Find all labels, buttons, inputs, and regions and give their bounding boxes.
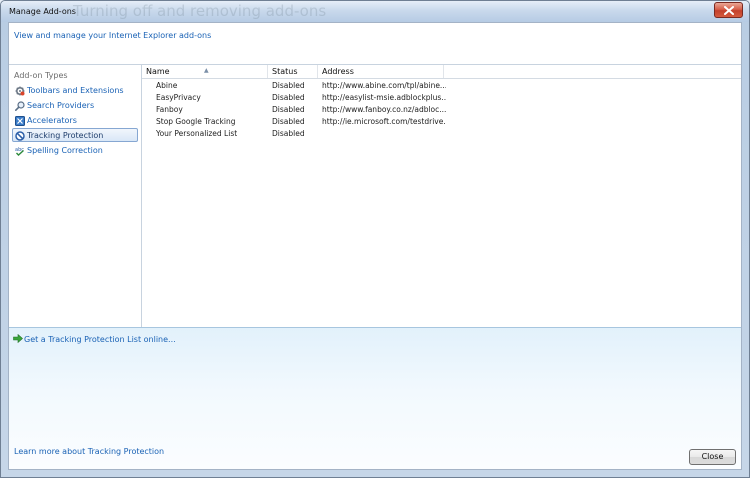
- green-arrow-icon: [13, 333, 23, 345]
- sidebar-item-label: Search Providers: [27, 101, 95, 110]
- background-page-text: Turning off and removing add-ons: [73, 2, 327, 20]
- sidebar-item-label: Toolbars and Extensions: [27, 86, 124, 95]
- sidebar-item-spelling-correction[interactable]: abc Spelling Correction: [12, 143, 138, 157]
- details-pane: Get a Tracking Protection List online...…: [9, 327, 741, 469]
- table-row[interactable]: Stop Google Tracking Disabled http://ie.…: [142, 116, 741, 128]
- addon-status: Disabled: [272, 129, 305, 138]
- sidebar-item-search-providers[interactable]: Search Providers: [12, 98, 138, 112]
- window-close-button[interactable]: [714, 2, 743, 18]
- addon-status: Disabled: [272, 105, 305, 114]
- column-header-address[interactable]: Address: [318, 65, 444, 78]
- block-icon: [15, 131, 25, 141]
- column-header-label: Status: [272, 67, 298, 76]
- sidebar-item-label: Spelling Correction: [27, 146, 103, 155]
- addon-name: Your Personalized List: [156, 129, 238, 138]
- addon-status: Disabled: [272, 81, 305, 90]
- addon-types-sidebar: Add-on Types Toolbars and Extensions Sea…: [9, 65, 142, 327]
- addon-list: Name ▲ Status Address Abine Disabled htt…: [142, 65, 741, 327]
- close-button[interactable]: Close: [689, 449, 736, 465]
- column-header-label: Name: [146, 67, 170, 76]
- sidebar-heading: Add-on Types: [14, 71, 68, 80]
- addon-name: EasyPrivacy: [156, 93, 201, 102]
- addon-status: Disabled: [272, 93, 305, 102]
- svg-text:abc: abc: [15, 147, 24, 153]
- addon-address: http://easylist-msie.adblockplus...: [322, 93, 446, 102]
- spelling-check-icon: abc: [15, 146, 25, 156]
- dialog-client-area: View and manage your Internet Explorer a…: [8, 22, 742, 470]
- accelerator-icon: [15, 116, 25, 126]
- column-header-status[interactable]: Status: [268, 65, 318, 78]
- close-icon: [724, 6, 734, 15]
- addon-address: http://www.abine.com/tpl/abine...: [322, 81, 446, 90]
- get-tracking-list-label: Get a Tracking Protection List online...: [24, 335, 176, 344]
- gear-icon: [15, 86, 25, 96]
- addon-status: Disabled: [272, 117, 305, 126]
- table-row[interactable]: EasyPrivacy Disabled http://easylist-msi…: [142, 92, 741, 104]
- addon-address: http://ie.microsoft.com/testdrive...: [322, 117, 446, 126]
- column-header-row: Name ▲ Status Address: [142, 65, 741, 79]
- sidebar-item-tracking-protection[interactable]: Tracking Protection: [12, 128, 138, 142]
- table-row[interactable]: Your Personalized List Disabled: [142, 128, 741, 140]
- addon-address: [322, 128, 446, 140]
- window-title: Manage Add-ons: [9, 7, 76, 16]
- header-description: View and manage your Internet Explorer a…: [14, 31, 212, 40]
- sidebar-item-toolbars-extensions[interactable]: Toolbars and Extensions: [12, 83, 138, 97]
- header-band: View and manage your Internet Explorer a…: [9, 23, 741, 65]
- search-icon: [15, 101, 25, 111]
- addon-name: Abine: [156, 81, 178, 90]
- title-bar[interactable]: Turning off and removing add-ons Manage …: [1, 1, 749, 22]
- sort-ascending-icon: ▲: [204, 67, 209, 74]
- sidebar-item-label: Tracking Protection: [27, 131, 104, 140]
- column-header-name[interactable]: Name ▲: [142, 65, 268, 78]
- addon-name: Stop Google Tracking: [156, 117, 236, 126]
- table-row[interactable]: Abine Disabled http://www.abine.com/tpl/…: [142, 80, 741, 92]
- column-header-label: Address: [322, 67, 354, 76]
- sidebar-item-accelerators[interactable]: Accelerators: [12, 113, 138, 127]
- learn-more-link[interactable]: Learn more about Tracking Protection: [14, 447, 164, 456]
- addon-address: http://www.fanboy.co.nz/adbloc...: [322, 105, 446, 114]
- addon-name: Fanboy: [156, 105, 183, 114]
- manage-addons-window: Turning off and removing add-ons Manage …: [0, 0, 750, 478]
- sidebar-item-label: Accelerators: [27, 116, 77, 125]
- table-row[interactable]: Fanboy Disabled http://www.fanboy.co.nz/…: [142, 104, 741, 116]
